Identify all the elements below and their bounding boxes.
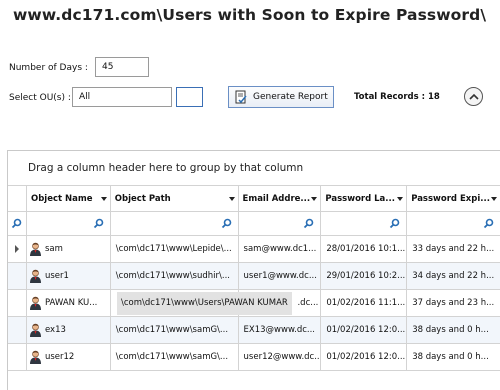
row-object-path: \com\dc171\www\samG\... (110, 344, 239, 371)
grid-header: Object Name Object Path Email Addre... P… (8, 186, 500, 212)
search-icon (483, 218, 494, 229)
row-password-last-set: 01/02/2016 11:1... (321, 290, 408, 317)
filter-password-expiry[interactable] (407, 212, 500, 236)
row-email: sam@www.dc1... (238, 236, 322, 263)
col-password-last-set[interactable]: Password La... (321, 186, 408, 212)
filter-dropdown-icon[interactable] (491, 196, 497, 201)
generate-report-button[interactable]: Generate Report (228, 86, 334, 108)
row-password-expiry: 38 days and 0 h... (407, 344, 500, 371)
ou-label: Select OU(s) : (9, 93, 71, 103)
path-tooltip: \com\dc171\www\Users\PAWAN KUMAR (117, 292, 292, 315)
col-password-expiry[interactable]: Password Expi... (407, 186, 500, 212)
filter-row (8, 212, 500, 236)
chevron-up-icon (468, 93, 479, 100)
ou-input[interactable]: All (72, 87, 172, 107)
ou-browse-box[interactable] (176, 87, 203, 107)
page-title: www.dc171.com\Users with Soon to Expire … (13, 6, 487, 24)
row-password-last-set: 29/01/2016 10:2... (321, 263, 408, 290)
user-icon (29, 296, 41, 310)
table-row[interactable]: user1 \com\dc171\www\sudhir\... user1@ww… (8, 263, 500, 290)
search-icon (390, 218, 400, 229)
report-icon (235, 90, 247, 104)
user-icon (29, 350, 41, 364)
row-object-name: PAWAN KU... (44, 298, 98, 308)
row-password-expiry: 34 days and 22 h... (407, 263, 500, 290)
row-email: user1@www.dc... (238, 263, 322, 290)
filter-password-last-set[interactable] (321, 212, 408, 236)
row-object-path: \com\dc171\www\samG\... (110, 317, 239, 344)
row-password-last-set: 28/01/2016 10:1... (321, 236, 408, 263)
days-label: Number of Days : (9, 63, 88, 73)
row-password-expiry: 38 days and 0 h... (407, 317, 500, 344)
filter-email[interactable] (238, 212, 322, 236)
results-grid: Drag a column header here to group by th… (7, 150, 500, 390)
table-row[interactable]: ex13 \com\dc171\www\samG\... EX13@www.dc… (8, 317, 500, 344)
total-records: Total Records : 18 (354, 92, 440, 102)
group-panel: Drag a column header here to group by th… (8, 151, 500, 186)
col-object-path[interactable]: Object Path (110, 186, 239, 212)
row-email: EX13@www.dc... (238, 317, 322, 344)
user-icon (29, 323, 41, 337)
row-object-path: \com\dc171\www\Lepide\... (110, 236, 239, 263)
row-password-last-set: 01/02/2016 12:0... (321, 344, 408, 371)
search-icon (221, 218, 231, 229)
filter-object-name[interactable] (26, 212, 111, 236)
current-row-icon (14, 245, 19, 253)
row-object-name: sam (44, 244, 63, 254)
search-icon (93, 218, 104, 229)
days-input[interactable]: 45 (95, 57, 149, 77)
generate-report-label: Generate Report (253, 92, 328, 102)
row-password-last-set: 01/02/2016 12:0... (321, 317, 408, 344)
filter-dropdown-icon[interactable] (397, 196, 404, 201)
col-email[interactable]: Email Addre... (238, 186, 322, 212)
filter-dropdown-icon[interactable] (228, 196, 235, 201)
row-password-expiry: 33 days and 22 h... (407, 236, 500, 263)
row-object-name: user12 (44, 352, 75, 362)
filter-object-path[interactable] (110, 212, 239, 236)
row-object-name: ex13 (44, 325, 66, 335)
row-email: user12@www.dc... (238, 344, 322, 371)
user-icon (29, 242, 41, 256)
filter-dropdown-icon[interactable] (100, 196, 107, 201)
table-row[interactable]: PAWAN KU... .dc... 01/02/2016 11:1... 37… (8, 290, 500, 317)
col-object-name[interactable]: Object Name (26, 186, 111, 212)
row-object-path: \com\dc171\www\sudhir\... (110, 263, 239, 290)
user-icon (29, 269, 41, 283)
table-row[interactable]: user12 \com\dc171\www\samG\... user12@ww… (8, 344, 500, 371)
row-password-expiry: 37 days and 23 h... (407, 290, 500, 317)
search-icon (304, 218, 314, 229)
filter-dropdown-icon[interactable] (311, 196, 318, 201)
table-row[interactable]: sam \com\dc171\www\Lepide\... sam@www.dc… (8, 236, 500, 263)
search-icon (12, 218, 22, 229)
row-object-name: user1 (44, 271, 69, 281)
collapse-button[interactable] (464, 87, 483, 106)
